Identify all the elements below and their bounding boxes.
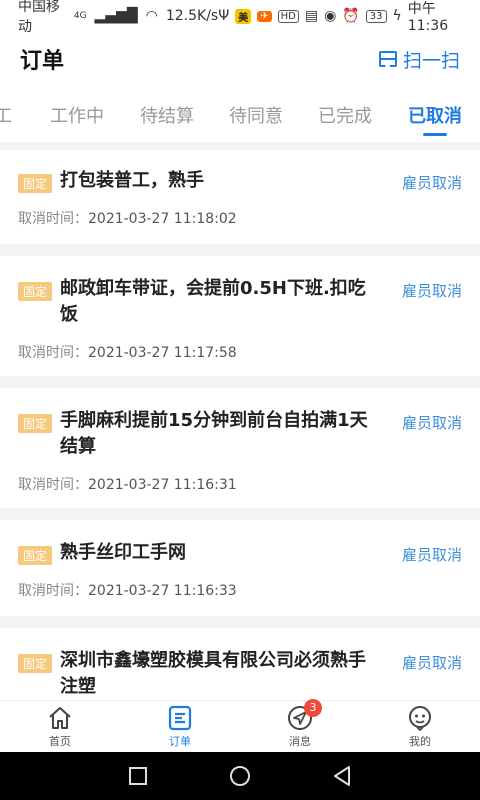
nav-messages-label: 消息 xyxy=(289,734,311,748)
fixed-tag: 固定 xyxy=(18,546,53,565)
message-count-badge: 3 xyxy=(304,699,322,717)
cancel-time: 取消时间：2021-03-27 11:16:31 xyxy=(18,474,462,494)
carrier-label: 中国移动 xyxy=(18,0,60,35)
tab-pending-approval[interactable]: 待同意 xyxy=(229,102,283,128)
nav-home[interactable]: 首页 xyxy=(0,701,120,752)
order-card[interactable]: 固定 打包装普工，熟手 雇员取消 取消时间：2021-03-27 11:18:0… xyxy=(0,150,480,244)
tab-partial[interactable]: 工 xyxy=(0,102,12,128)
signal-icon: ▂▄▆█ xyxy=(94,8,138,24)
cancel-time-value: 2021-03-27 11:16:31 xyxy=(88,477,237,493)
home-icon xyxy=(47,705,73,731)
hd-icon: HD xyxy=(277,9,299,23)
order-title: 打包装普工，熟手 xyxy=(60,170,205,191)
clock: 中午11:36 xyxy=(407,1,449,34)
order-list: 固定 打包装普工，熟手 雇员取消 取消时间：2021-03-27 11:18:0… xyxy=(0,150,480,700)
cancel-time-value: 2021-03-27 11:17:58 xyxy=(88,345,237,361)
battery-icon: 33 xyxy=(365,9,387,23)
order-status: 雇员取消 xyxy=(401,282,462,300)
fixed-tag: 固定 xyxy=(18,282,53,301)
order-card[interactable]: 固定 熟手丝印工手网 雇员取消 取消时间：2021-03-27 11:16:33 xyxy=(0,520,480,616)
charging-icon: ϟ xyxy=(392,8,402,24)
cast-icon: ▤ xyxy=(304,8,319,24)
tab-pending-settlement[interactable]: 待结算 xyxy=(140,102,194,128)
eye-icon: ◉ xyxy=(324,8,337,24)
cancel-time: 取消时间：2021-03-27 11:17:58 xyxy=(18,342,462,362)
home-button[interactable] xyxy=(229,765,251,787)
status-bar: 中国移动 4G ▂▄▆█ ◠ 12.5K/s Ψ 美 ✈ HD ▤ ◉ ⏰ 33… xyxy=(0,0,480,35)
order-tabs: 工 工作中 待结算 待同意 已完成 已取消 xyxy=(0,86,480,142)
nav-messages[interactable]: 3 消息 xyxy=(240,699,360,752)
order-card[interactable]: 固定 手脚麻利提前15分钟到前台自拍满1天结算 雇员取消 取消时间：2021-0… xyxy=(0,388,480,508)
network-label: 4G xyxy=(73,11,87,21)
order-card[interactable]: 固定 深圳市鑫壕塑胶模具有限公司必须熟手注塑 雇员取消 xyxy=(0,628,480,700)
tab-completed[interactable]: 已完成 xyxy=(318,102,372,128)
order-status: 雇员取消 xyxy=(401,654,462,672)
net-speed: 12.5K/s xyxy=(165,8,219,24)
profile-face-icon xyxy=(407,705,433,731)
order-status: 雇员取消 xyxy=(401,174,462,192)
orders-icon xyxy=(167,705,193,731)
order-status: 雇员取消 xyxy=(401,414,462,432)
tab-working[interactable]: 工作中 xyxy=(50,102,104,128)
nav-orders[interactable]: 订单 xyxy=(120,701,240,752)
order-status: 雇员取消 xyxy=(401,546,462,564)
cancel-time-label: 取消时间： xyxy=(18,477,88,493)
bottom-nav: 首页 订单 3 消息 我的 xyxy=(0,699,480,752)
scan-icon xyxy=(378,51,397,67)
app-header: 订单 扫一扫 xyxy=(0,32,480,86)
alarm-icon: ⏰ xyxy=(342,8,360,24)
wifi-icon: ◠ xyxy=(145,8,158,24)
order-title: 深圳市鑫壕塑胶模具有限公司必须熟手注塑 xyxy=(60,650,367,697)
cancel-time: 取消时间：2021-03-27 11:16:33 xyxy=(18,580,462,600)
recent-apps-button[interactable] xyxy=(127,765,149,787)
fixed-tag: 固定 xyxy=(18,174,53,193)
fixed-tag: 固定 xyxy=(18,414,53,433)
cancel-time-label: 取消时间： xyxy=(18,211,88,227)
app-notify-icon: ✈ xyxy=(257,10,272,22)
system-nav-bar xyxy=(0,752,480,800)
back-button[interactable] xyxy=(331,765,353,787)
order-title: 邮政卸车带证，会提前0.5H下班.扣吃饭 xyxy=(60,278,366,325)
scan-button[interactable]: 扫一扫 xyxy=(378,46,460,73)
usb-icon: Ψ xyxy=(218,8,230,24)
meituan-icon: 美 xyxy=(235,8,252,24)
nav-mine[interactable]: 我的 xyxy=(360,701,480,752)
page-title: 订单 xyxy=(20,49,65,74)
cancel-time-value: 2021-03-27 11:16:33 xyxy=(88,583,237,599)
nav-mine-label: 我的 xyxy=(409,734,431,748)
cancel-time-label: 取消时间： xyxy=(18,345,88,361)
scan-label: 扫一扫 xyxy=(402,49,460,72)
nav-home-label: 首页 xyxy=(49,734,71,748)
nav-orders-label: 订单 xyxy=(169,734,191,748)
tab-cancelled[interactable]: 已取消 xyxy=(408,102,462,128)
fixed-tag: 固定 xyxy=(18,654,53,673)
order-title: 手脚麻利提前15分钟到前台自拍满1天结算 xyxy=(60,410,368,457)
cancel-time: 取消时间：2021-03-27 11:18:02 xyxy=(18,208,462,228)
order-card[interactable]: 固定 邮政卸车带证，会提前0.5H下班.扣吃饭 雇员取消 取消时间：2021-0… xyxy=(0,256,480,376)
cancel-time-value: 2021-03-27 11:18:02 xyxy=(88,211,237,227)
order-title: 熟手丝印工手网 xyxy=(60,542,187,563)
cancel-time-label: 取消时间： xyxy=(18,583,88,599)
